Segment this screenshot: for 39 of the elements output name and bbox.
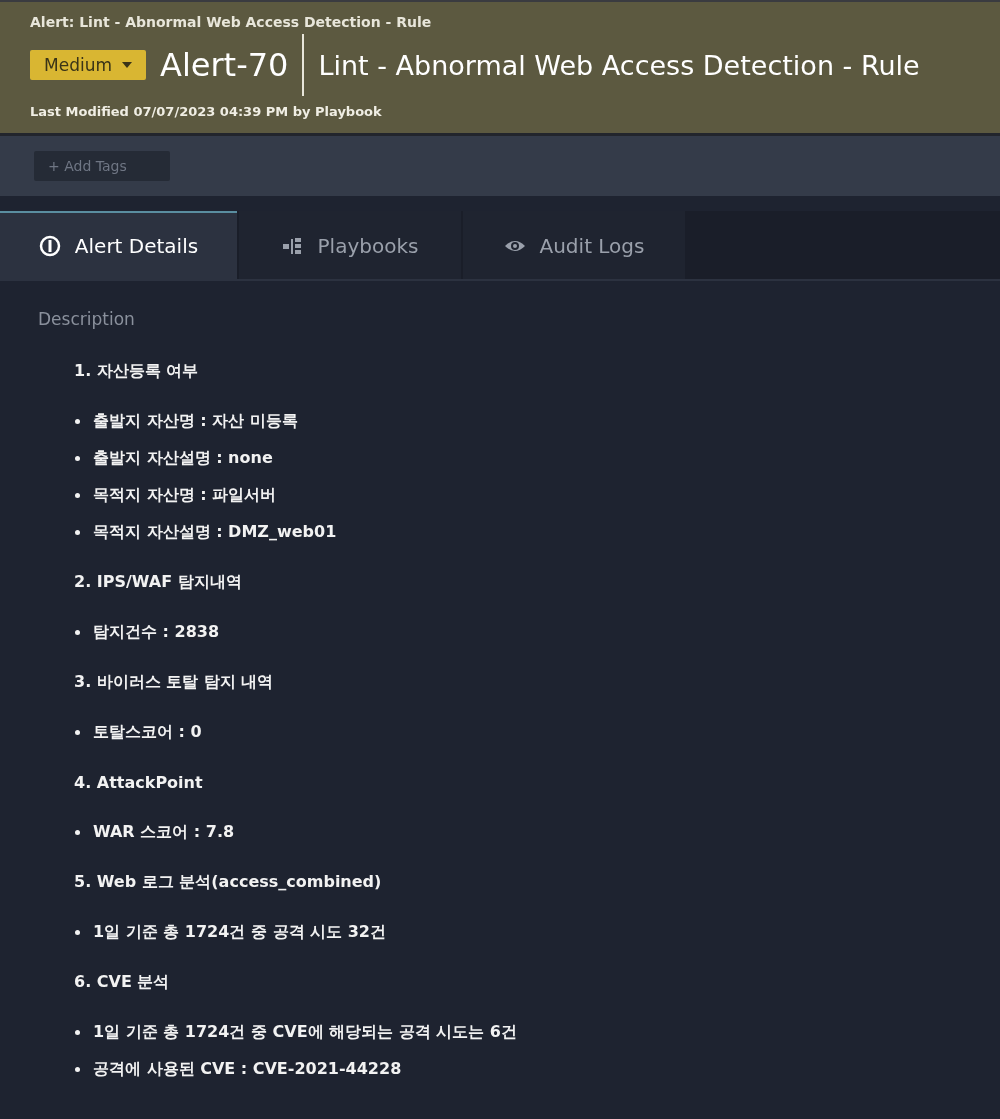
alert-icon bbox=[38, 235, 61, 257]
list-heading: 4. AttackPoint bbox=[74, 773, 203, 792]
flow-icon bbox=[281, 235, 304, 257]
list-item: 탐지건수 : 2838 bbox=[93, 622, 220, 643]
bullet-icon bbox=[75, 630, 80, 635]
bullet-icon bbox=[75, 730, 80, 735]
bullet-icon bbox=[75, 930, 80, 935]
alert-id: Alert-70 bbox=[160, 46, 289, 84]
caret-icon bbox=[122, 62, 132, 68]
list-item: 출발지 자산명 : 자산 미등록 bbox=[93, 411, 298, 432]
list-heading: 1. 자산등록 여부 bbox=[74, 361, 199, 382]
bullet-icon bbox=[75, 530, 80, 535]
add-tags-button[interactable]: + Add Tags bbox=[34, 151, 170, 181]
list-item: 토탈스코어 : 0 bbox=[93, 722, 202, 743]
list-item: 목적지 자산설명 : DMZ_web01 bbox=[93, 522, 337, 543]
last-modified: Last Modified 07/07/2023 04:39 PM by Playbook bbox=[30, 104, 383, 119]
list-heading: 6. CVE 분석 bbox=[74, 972, 170, 993]
list-item: 1일 기준 총 1724건 중 CVE에 해당되는 공격 시도는 6건 bbox=[93, 1022, 517, 1043]
section-label: Description bbox=[38, 309, 136, 329]
list-heading: 3. 바이러스 토탈 탐지 내역 bbox=[74, 672, 274, 693]
alert-title: Lint - Abnormal Web Access Detection - Rule bbox=[318, 49, 920, 81]
list-heading: 5. Web 로그 분석(access_combined) bbox=[74, 872, 382, 893]
severity-dropdown[interactable]: Medium bbox=[30, 50, 146, 80]
list-heading: 2. IPS/WAF 탐지내역 bbox=[74, 572, 242, 593]
tab[interactable]: Alert Details bbox=[0, 211, 237, 279]
list-item: 공격에 사용된 CVE : CVE-2021-44228 bbox=[93, 1059, 402, 1080]
list-item: 목적지 자산명 : 파일서버 bbox=[93, 485, 277, 506]
tab[interactable]: Playbooks bbox=[239, 211, 461, 279]
bullet-icon bbox=[75, 830, 80, 835]
bullet-icon bbox=[75, 1030, 80, 1035]
breadcrumb: Alert: Lint - Abnormal Web Access Detection - Rule bbox=[30, 14, 433, 30]
list-item: 1일 기준 총 1724건 중 공격 시도 32건 bbox=[93, 922, 386, 943]
bullet-icon bbox=[75, 1067, 80, 1072]
list-item: 출발지 자산설명 : none bbox=[93, 448, 273, 469]
bullet-icon bbox=[75, 456, 80, 461]
bullet-icon bbox=[75, 493, 80, 498]
list-item: WAR 스코어 : 7.8 bbox=[93, 822, 235, 843]
bullet-icon bbox=[75, 419, 80, 424]
tab[interactable]: Audit Logs bbox=[463, 211, 685, 279]
